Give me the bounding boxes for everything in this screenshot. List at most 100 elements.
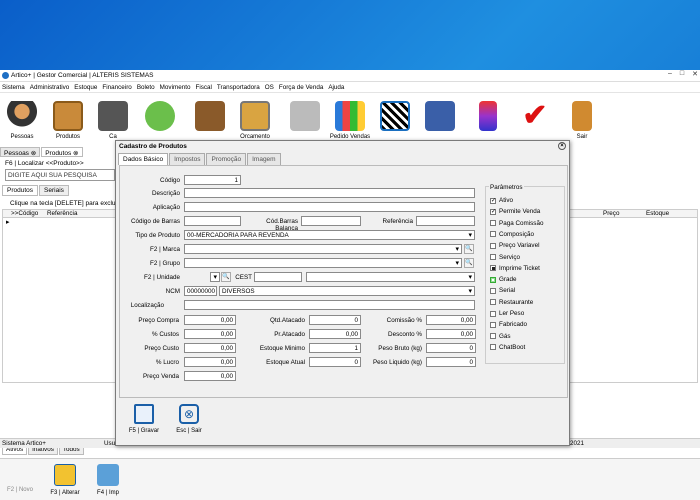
menu-estoque[interactable]: Estoque (74, 84, 97, 91)
menu-sistema[interactable]: Sistema (2, 84, 25, 91)
toolbar-mobile-button[interactable] (463, 97, 513, 134)
tab-close-icon[interactable]: ⊗ (73, 150, 78, 157)
toolbar-pix-button[interactable] (370, 97, 420, 134)
col-referencia[interactable]: Referência (47, 210, 77, 217)
minimize-icon[interactable]: – (668, 70, 672, 78)
referencia-field[interactable] (416, 216, 475, 226)
cest-desc-select[interactable] (306, 272, 475, 282)
sair-button[interactable]: ⊗ Esc | Sair (169, 404, 209, 434)
codigo-barras-field[interactable] (184, 216, 241, 226)
toolbar-sair-button[interactable]: Sair (557, 97, 607, 140)
tipo-produto-select[interactable]: 00-MERCADORIA PARA REVENDA (184, 230, 475, 240)
descricao-field[interactable] (184, 188, 475, 198)
param-checkbox-restaurante[interactable]: Restaurante (490, 299, 533, 306)
grupo-search-icon[interactable]: 🔍 (464, 258, 474, 268)
tab-pessoas[interactable]: Pessoas ⊗ (0, 147, 41, 157)
menu-transportadora[interactable]: Transportadora (217, 84, 260, 91)
param-checkbox-composi-o[interactable]: Composição (490, 231, 534, 238)
checkbox-icon[interactable] (490, 242, 496, 249)
tab-promocao[interactable]: Promoção (206, 153, 247, 165)
comissao-field[interactable]: 0,00 (426, 315, 476, 325)
tab-dados-basico[interactable]: Dados Básico (118, 153, 169, 165)
preco-compra-field[interactable]: 0,00 (184, 315, 236, 325)
param-checkbox-grade[interactable]: Grade (490, 276, 517, 283)
param-checkbox-paga-comiss-o[interactable]: Paga Comissão (490, 220, 543, 227)
desconto-field[interactable]: 0,00 (426, 329, 476, 339)
toolbar-pedido-vendas-button[interactable]: Pedido Vendas (325, 97, 375, 140)
alterar-button[interactable]: F3 | Alterar (45, 464, 85, 496)
toolbar-orcamento-button[interactable]: Orcamento (230, 97, 280, 140)
toolbar-carteira-button[interactable] (185, 97, 235, 134)
checkbox-icon[interactable] (490, 197, 496, 204)
checkbox-icon[interactable] (490, 220, 496, 227)
menu-financeiro[interactable]: Financeiro (102, 84, 131, 91)
checkbox-icon[interactable] (490, 310, 496, 317)
maximize-icon[interactable]: □ (680, 70, 684, 78)
gravar-button[interactable]: F5 | Gravar (124, 404, 164, 434)
col-preco[interactable]: Preço (603, 210, 619, 217)
checkbox-icon[interactable] (490, 276, 496, 283)
subtab-seriais[interactable]: Seriais (39, 185, 69, 196)
pct-custos-field[interactable]: 0,00 (184, 329, 236, 339)
tab-impostos[interactable]: Impostos (169, 153, 206, 165)
checkbox-icon[interactable] (490, 333, 496, 340)
tab-imagem[interactable]: Imagem (247, 153, 281, 165)
marca-search-icon[interactable]: 🔍 (464, 244, 474, 254)
localizacao-field[interactable] (184, 300, 475, 310)
toolbar-produtos-button[interactable]: Produtos (43, 97, 93, 140)
menu-administrativo[interactable]: Administrativo (30, 84, 70, 91)
menu-fiscal[interactable]: Fiscal (195, 84, 211, 91)
ncm-desc-select[interactable]: DIVERSOS (219, 286, 475, 296)
aplicacao-field[interactable] (184, 202, 475, 212)
ncm-field[interactable]: 00000000 (184, 286, 217, 296)
grupo-select[interactable] (184, 258, 462, 268)
col-estoque[interactable]: Estoque (646, 210, 669, 217)
param-checkbox-ler-peso[interactable]: Ler Peso (490, 310, 524, 317)
peso-bruto-field[interactable]: 0 (426, 343, 476, 353)
subtab-produtos[interactable]: Produtos (2, 185, 39, 196)
close-icon[interactable]: ✕ (692, 70, 698, 78)
param-checkbox-serial[interactable]: Serial (490, 287, 515, 294)
checkbox-icon[interactable] (490, 254, 496, 260)
menu-forca-de-venda[interactable]: Força de Venda (279, 84, 323, 91)
menu-ajuda[interactable]: Ajuda (328, 84, 344, 91)
estoque-minimo-field[interactable]: 1 (309, 343, 361, 353)
search-input[interactable]: DIGITE AQUI SUA PESQUISA (5, 169, 115, 181)
toolbar-pessoas-button[interactable]: Pessoas (0, 97, 47, 140)
param-checkbox-ativo[interactable]: Ativo (490, 197, 513, 204)
estoque-atual-field[interactable]: 0 (309, 357, 361, 367)
checkbox-icon[interactable] (490, 231, 496, 238)
preco-custo-field[interactable]: 0,00 (184, 343, 236, 353)
toolbar-entrega-button[interactable] (280, 97, 330, 134)
imprimir-button[interactable]: F4 | Imp (88, 464, 128, 496)
marca-select[interactable] (184, 244, 462, 254)
checkbox-icon[interactable] (490, 299, 496, 306)
toolbar-financeiro-button[interactable] (135, 97, 185, 134)
checkbox-icon[interactable] (490, 344, 496, 351)
cod-barras-balanca-field[interactable] (301, 216, 361, 226)
dialog-close-icon[interactable]: × (558, 142, 566, 150)
unidade-select[interactable] (210, 272, 220, 282)
checkbox-icon[interactable] (490, 321, 496, 328)
checkbox-icon[interactable] (490, 208, 496, 215)
cest-field[interactable] (254, 272, 302, 282)
preco-venda-field[interactable]: 0,00 (184, 371, 236, 381)
unidade-search-icon[interactable]: 🔍 (221, 272, 231, 282)
col-codigo[interactable]: >>Código (11, 210, 38, 217)
menu-os[interactable]: OS (265, 84, 274, 91)
param-checkbox-g-s[interactable]: Gás (490, 333, 511, 340)
param-checkbox-fabricado[interactable]: Fabricado (490, 321, 527, 328)
param-checkbox-imprime-ticket[interactable]: Imprime Ticket (490, 265, 540, 272)
pct-lucro-field[interactable]: 0,00 (184, 357, 236, 367)
menu-movimento[interactable]: Movimento (160, 84, 191, 91)
peso-liquido-field[interactable]: 0 (426, 357, 476, 367)
param-checkbox-chatboot[interactable]: ChatBoot (490, 344, 525, 351)
tab-close-icon[interactable]: ⊗ (31, 150, 36, 157)
pr-atacado-field[interactable]: 0,00 (309, 329, 361, 339)
param-checkbox-servi-o[interactable]: Serviço (490, 254, 520, 261)
menu-boleto[interactable]: Boleto (137, 84, 155, 91)
codigo-field[interactable]: 1 (184, 175, 241, 185)
checkbox-icon[interactable] (490, 287, 496, 294)
toolbar-pos-button[interactable] (415, 97, 465, 134)
novo-button[interactable]: F2 | Novo (0, 487, 40, 493)
